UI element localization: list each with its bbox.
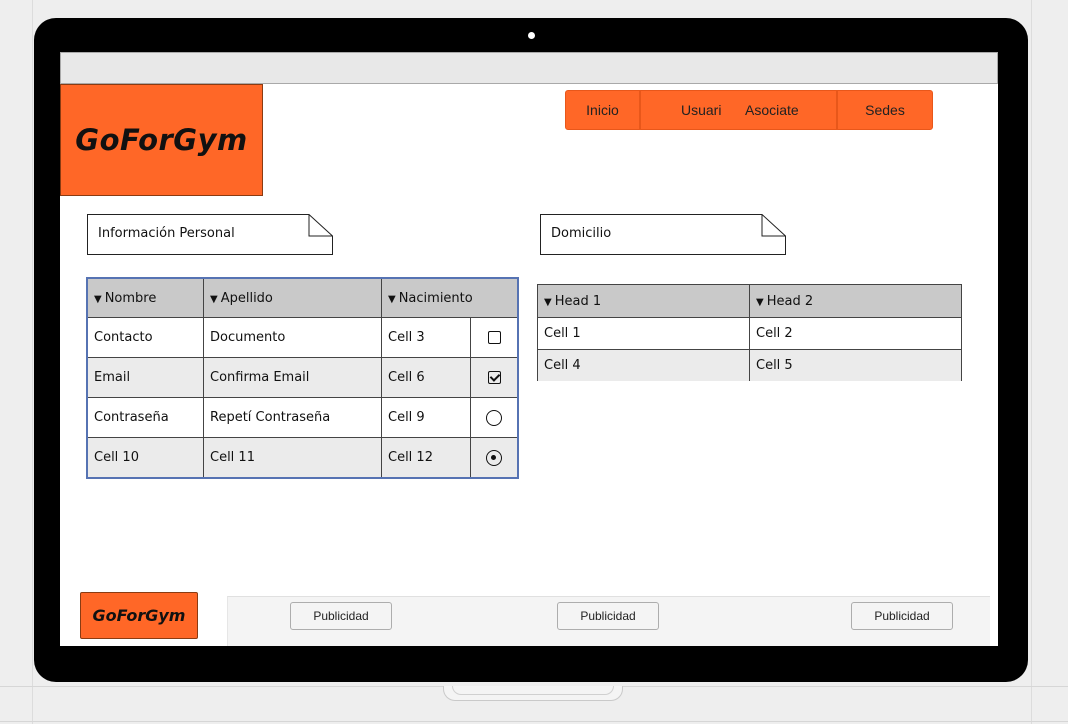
ad-button-1[interactable]: Publicidad [290, 602, 392, 630]
nav-usuario-label[interactable]: Usuari [681, 102, 721, 118]
table-row: Contacto Documento Cell 3 [87, 317, 518, 358]
table-cell: Cell 4 [537, 349, 750, 381]
table-row: Cell 4 Cell 5 [537, 349, 962, 381]
table-cell: Cell 10 [87, 437, 204, 478]
header-logo[interactable]: GoForGym [60, 84, 263, 196]
laptop-screen: GoForGym Inicio Usuari Asociate Sedes In… [60, 52, 998, 646]
browser-bar [60, 52, 998, 84]
table-control-cell [470, 397, 518, 438]
table-cell: Repetí Contraseña [203, 397, 382, 438]
ad-button-3[interactable]: Publicidad [851, 602, 953, 630]
column-header-nacimiento[interactable]: ▼ Nacimiento [381, 278, 518, 318]
domicilio-note: Domicilio [540, 214, 786, 255]
table-header-row: ▼ Nombre ▼ Apellido ▼ Nacimiento [87, 278, 518, 318]
table-cell: Cell 5 [749, 349, 962, 381]
sort-arrow-icon: ▼ [94, 293, 102, 305]
table-row: Cell 10 Cell 11 Cell 12 [87, 437, 518, 478]
nav-inicio-button[interactable]: Inicio [565, 90, 640, 130]
table-cell: Cell 6 [381, 357, 471, 398]
nav-usuario-asociate-button[interactable]: Usuari Asociate [640, 90, 837, 130]
nav-asociate-label[interactable]: Asociate [745, 102, 799, 118]
table-cell: Contacto [87, 317, 204, 358]
personal-info-table: ▼ Nombre ▼ Apellido ▼ Nacimiento Contacto D… [86, 277, 519, 479]
radio-selected[interactable] [486, 449, 502, 466]
camera-dot [528, 32, 535, 39]
nav-sedes-label: Sedes [865, 102, 905, 118]
footer-logo-text: GoForGym [92, 606, 186, 625]
column-header-head-1[interactable]: ▼ Head 1 [537, 284, 750, 318]
personal-info-title: Información Personal [98, 226, 235, 241]
table-row: Cell 1 Cell 2 [537, 317, 962, 350]
column-header-head-2[interactable]: ▼ Head 2 [749, 284, 962, 318]
footer-logo[interactable]: GoForGym [80, 592, 198, 639]
table-row: Email Confirma Email Cell 6 [87, 357, 518, 398]
table-control-cell [470, 317, 518, 358]
table-cell: Contraseña [87, 397, 204, 438]
sort-arrow-icon: ▼ [388, 293, 396, 305]
table-cell: Cell 12 [381, 437, 471, 478]
table-cell: Cell 1 [537, 317, 750, 350]
table-control-cell [470, 437, 518, 478]
table-cell: Cell 9 [381, 397, 471, 438]
column-header-nombre[interactable]: ▼ Nombre [87, 278, 204, 318]
sort-arrow-icon: ▼ [210, 293, 218, 305]
personal-info-note: Información Personal [87, 214, 333, 255]
table-cell: Cell 3 [381, 317, 471, 358]
checkbox-unchecked[interactable] [487, 331, 501, 344]
table-row: Contraseña Repetí Contraseña Cell 9 [87, 397, 518, 438]
nav-inicio-label: Inicio [586, 102, 619, 118]
column-header-apellido[interactable]: ▼ Apellido [203, 278, 382, 318]
table-header-row: ▼ Head 1 ▼ Head 2 [537, 284, 962, 318]
laptop-hinge [443, 686, 623, 701]
radio-unselected[interactable] [486, 409, 502, 426]
nav-sedes-button[interactable]: Sedes [837, 90, 933, 130]
domicilio-table: ▼ Head 1 ▼ Head 2 Cell 1 Cell 2 Cell 4 Cel… [537, 284, 962, 381]
table-cell: Confirma Email [203, 357, 382, 398]
table-control-cell [470, 357, 518, 398]
checkbox-checked[interactable] [487, 371, 501, 384]
sort-arrow-icon: ▼ [756, 296, 764, 308]
table-cell: Documento [203, 317, 382, 358]
table-cell: Cell 11 [203, 437, 382, 478]
sort-arrow-icon: ▼ [544, 296, 552, 308]
ad-button-2[interactable]: Publicidad [557, 602, 659, 630]
domicilio-title: Domicilio [551, 226, 612, 241]
table-cell: Cell 2 [749, 317, 962, 350]
table-cell: Email [87, 357, 204, 398]
logo-text: GoForGym [75, 123, 248, 157]
